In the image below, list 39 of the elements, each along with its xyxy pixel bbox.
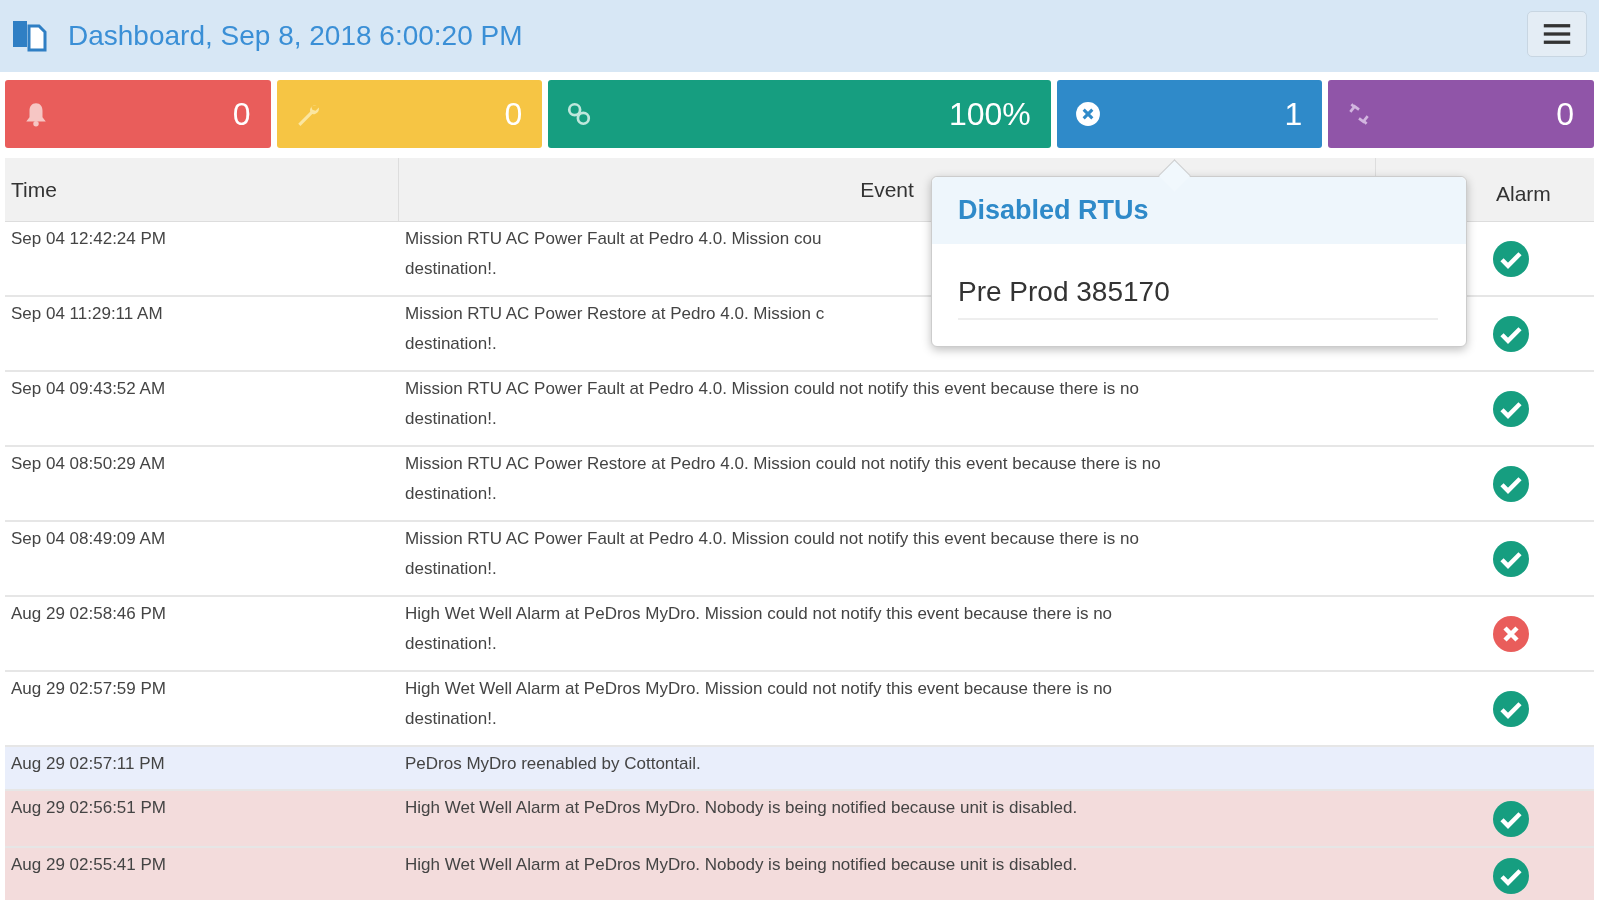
status-tile[interactable]: 0 xyxy=(5,80,271,148)
event-text: Mission RTU AC Power Fault at Pedro 4.0. Mission cou destination!. xyxy=(405,228,822,280)
menu-button[interactable] xyxy=(1527,11,1587,57)
status-tile[interactable]: 1 xyxy=(1056,80,1323,148)
event-text: High Wet Well Alarm at PeDros MyDro. Mission could not notify this event because there is no destination!. xyxy=(405,678,1113,730)
tile-count: 100% xyxy=(948,95,1031,133)
tile-count: 0 xyxy=(504,95,523,133)
event-text: High Wet Well Alarm at PeDros MyDro. Nobody is being notified because unit is disabled. xyxy=(405,797,1078,819)
event-text: PeDros MyDro reenabled by Cottontail. xyxy=(405,753,701,775)
table-cell-text: Sep 04 09:43:52 AM xyxy=(10,378,167,400)
table-cell-text: Sep 04 08:50:29 AM xyxy=(10,453,167,475)
event-text: Mission RTU AC Power Fault at Pedro 4.0. Mission could not notify this event because there is no destination!. xyxy=(405,528,1139,580)
table-cell-text: Aug 29 02:58:46 PM xyxy=(10,603,167,625)
event-text: Mission RTU AC Power Fault at Pedro 4.0. Mission could not notify this event because there is no destination!. xyxy=(405,378,1139,430)
tile-count: 0 xyxy=(232,95,251,133)
table-cell-text: Aug 29 02:55:41 PM xyxy=(10,854,167,876)
event-text: High Wet Well Alarm at PeDros MyDro. Mission could not notify this event because there is no destination!. xyxy=(405,603,1113,655)
tile-count: 0 xyxy=(1556,95,1575,133)
table-cell-text: Sep 04 08:49:09 AM xyxy=(10,528,167,550)
bell-icon xyxy=(23,101,49,127)
column-header[interactable]: Time xyxy=(5,158,399,221)
popover-title: Disabled RTUs xyxy=(932,177,1466,244)
table-cell-text: Aug 29 02:56:51 PM xyxy=(10,797,167,819)
tile-count: 1 xyxy=(1284,95,1303,133)
event-text: Mission RTU AC Power Restore at Pedro 4.0. Mission could not notify this event because there is no destination!. xyxy=(405,453,1161,505)
table-cell-text: Aug 29 02:57:11 PM xyxy=(10,753,166,775)
status-tile[interactable]: 100% xyxy=(548,80,1051,148)
link-icon xyxy=(566,101,593,127)
dashboard-title: Dashboard, Sep 8, 2018 6:00:20 PM xyxy=(68,20,524,52)
documents-icon xyxy=(12,20,48,52)
table-cell-text: Sep 04 12:42:24 PM xyxy=(10,228,167,250)
table-cell-text: Sep 04 11:29:11 AM xyxy=(10,303,164,325)
popover-item[interactable]: Pre Prod 385170 xyxy=(958,262,1438,320)
close-circle-icon xyxy=(1074,101,1101,127)
status-tile[interactable]: 0 xyxy=(1328,80,1595,148)
event-text: Mission RTU AC Power Restore at Pedro 4.0. Mission c destination!. xyxy=(405,303,825,355)
event-text: High Wet Well Alarm at PeDros MyDro. Nobody is being notified because unit is disabled. xyxy=(405,854,1078,876)
menu-icon xyxy=(1543,23,1571,45)
table-cell-text: Aug 29 02:57:59 PM xyxy=(10,678,167,700)
